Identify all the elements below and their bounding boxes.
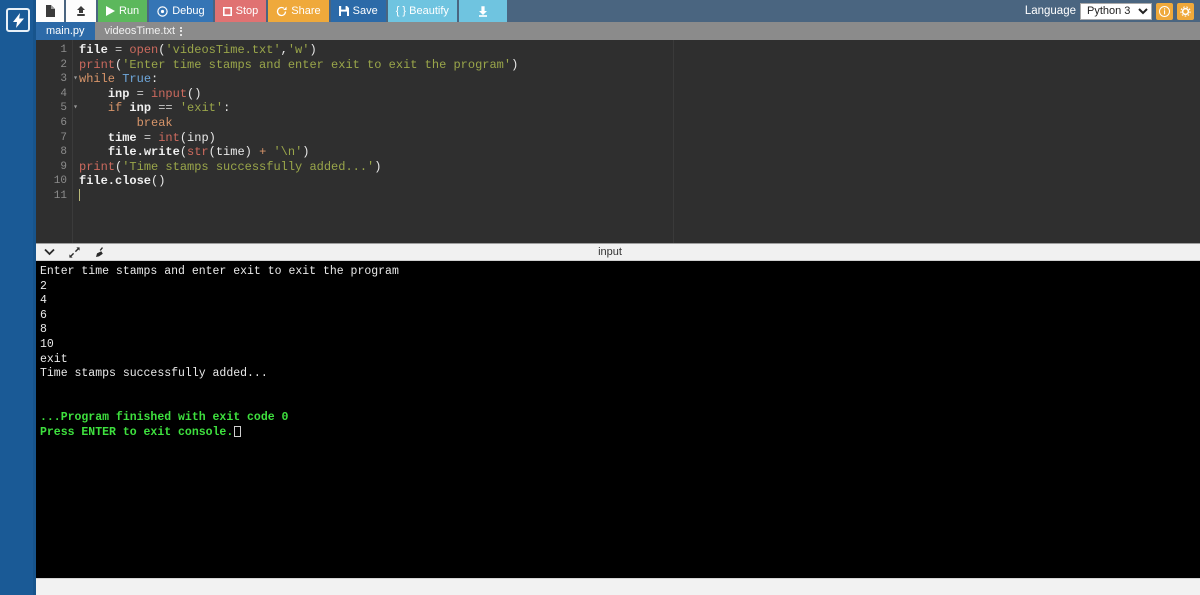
code-line: file = open('videosTime.txt','w') (79, 43, 317, 57)
console-block-cursor (234, 425, 242, 437)
run-label: Run (119, 4, 140, 17)
language-select[interactable]: Python 3 (1080, 2, 1152, 20)
language-label: Language (1024, 5, 1076, 17)
play-icon (106, 6, 115, 16)
gear-icon[interactable] (1177, 2, 1194, 20)
text-caret (79, 188, 80, 201)
chevron-down-icon[interactable] (44, 248, 55, 256)
console-title: input (598, 246, 622, 258)
toolbar-left-group: Run Debug Stop Share Save {} Beautify (36, 0, 509, 22)
lightning-bolt-icon[interactable] (6, 8, 30, 32)
main-area: Run Debug Stop Share Save {} Beautify L… (36, 0, 1200, 595)
tab-strip: main.py videosTime.txt (36, 22, 1200, 40)
line-number: 3 ▾ (60, 73, 78, 86)
console-exit-code-line: ...Program finished with exit code 0 (40, 410, 289, 424)
save-button[interactable]: Save (330, 0, 386, 22)
kebab-menu-icon[interactable] (180, 26, 183, 36)
bottom-strip (36, 578, 1200, 595)
share-label: Share (291, 4, 321, 17)
console-line: Enter time stamps and enter exit to exit… (40, 265, 399, 278)
console-line: 8 (40, 323, 47, 337)
code-line-cursor (79, 188, 1200, 204)
console-line: 4 (40, 294, 47, 308)
line-number: 4 (60, 87, 67, 100)
console-line: 10 (40, 337, 54, 351)
tab-main-py[interactable]: main.py (36, 22, 95, 40)
console-line: Time stamps successfully added... (40, 367, 268, 381)
new-file-icon (45, 5, 55, 17)
code-line: file.write(str(time) + '\n') (107, 145, 310, 160)
left-rail (0, 0, 36, 595)
download-button[interactable] (458, 0, 507, 22)
tab-label: videosTime.txt (104, 25, 176, 37)
code-text-area[interactable]: file = open('videosTime.txt','w') print(… (73, 40, 1200, 243)
line-number: 7 (60, 131, 67, 144)
stop-label: Stop (235, 4, 259, 17)
info-icon[interactable] (1156, 2, 1173, 20)
code-line: time = int(inp) (107, 130, 216, 145)
line-number: 8 (60, 146, 67, 159)
beautify-label: { } Beautify (395, 4, 449, 17)
console-prompt-text: Press ENTER to exit console. (40, 425, 234, 439)
code-line: print('Enter time stamps and enter exit … (79, 57, 519, 72)
console-prompt-line: Press ENTER to exit console. (40, 425, 1200, 441)
line-number: 1 (60, 44, 67, 56)
stop-button[interactable]: Stop (214, 0, 267, 22)
line-number: 9 (60, 160, 67, 173)
code-line: inp = input() (107, 86, 202, 101)
beautify-button[interactable]: { } Beautify (387, 0, 457, 22)
console-output[interactable]: Enter time stamps and enter exit to exit… (36, 261, 1200, 578)
console-line: 6 (40, 308, 47, 322)
code-line: file.close() (79, 174, 166, 189)
debug-icon (157, 5, 168, 17)
debug-button[interactable]: Debug (149, 0, 213, 22)
console-toolbar: input (36, 243, 1200, 261)
line-number: 6 (60, 116, 67, 129)
code-line: break (136, 115, 173, 130)
line-number: 11 (53, 189, 67, 202)
stop-icon (222, 6, 232, 16)
console-line: 2 (40, 279, 47, 293)
line-number: 5 ▾ (60, 102, 78, 115)
code-line: while True: (79, 72, 159, 87)
upload-icon (75, 5, 87, 17)
new-file-button[interactable] (36, 0, 64, 22)
toolbar-right-group: Language Python 3 (1025, 0, 1200, 22)
ide-window: Run Debug Stop Share Save {} Beautify L… (0, 0, 1200, 595)
save-icon (338, 6, 349, 16)
download-icon (477, 5, 489, 17)
line-number: 10 (53, 175, 67, 188)
line-number-gutter: 1 2 3 ▾ 4 5 ▾ 6 7 8 9 10 11 (36, 40, 78, 243)
debug-label: Debug (172, 4, 205, 17)
run-button[interactable]: Run (98, 0, 148, 22)
print-margin-ruler (673, 40, 674, 243)
toolbar: Run Debug Stop Share Save {} Beautify L… (36, 0, 1200, 22)
tab-videostime-txt[interactable]: videosTime.txt (94, 22, 193, 40)
share-icon (276, 6, 287, 17)
code-line: print('Time stamps successfully added...… (79, 159, 382, 174)
expand-arrows-icon[interactable] (69, 246, 80, 258)
line-number: 2 (60, 58, 67, 71)
save-label: Save (352, 4, 378, 17)
console-line: exit (40, 352, 68, 366)
code-editor[interactable]: 1 2 3 ▾ 4 5 ▾ 6 7 8 9 10 11 file = open('v… (36, 40, 1200, 243)
broom-icon[interactable] (94, 246, 105, 258)
code-line: if inp == 'exit': (107, 101, 231, 116)
upload-button[interactable] (66, 0, 96, 22)
share-button[interactable]: Share (268, 0, 329, 22)
tab-label: main.py (46, 25, 85, 37)
